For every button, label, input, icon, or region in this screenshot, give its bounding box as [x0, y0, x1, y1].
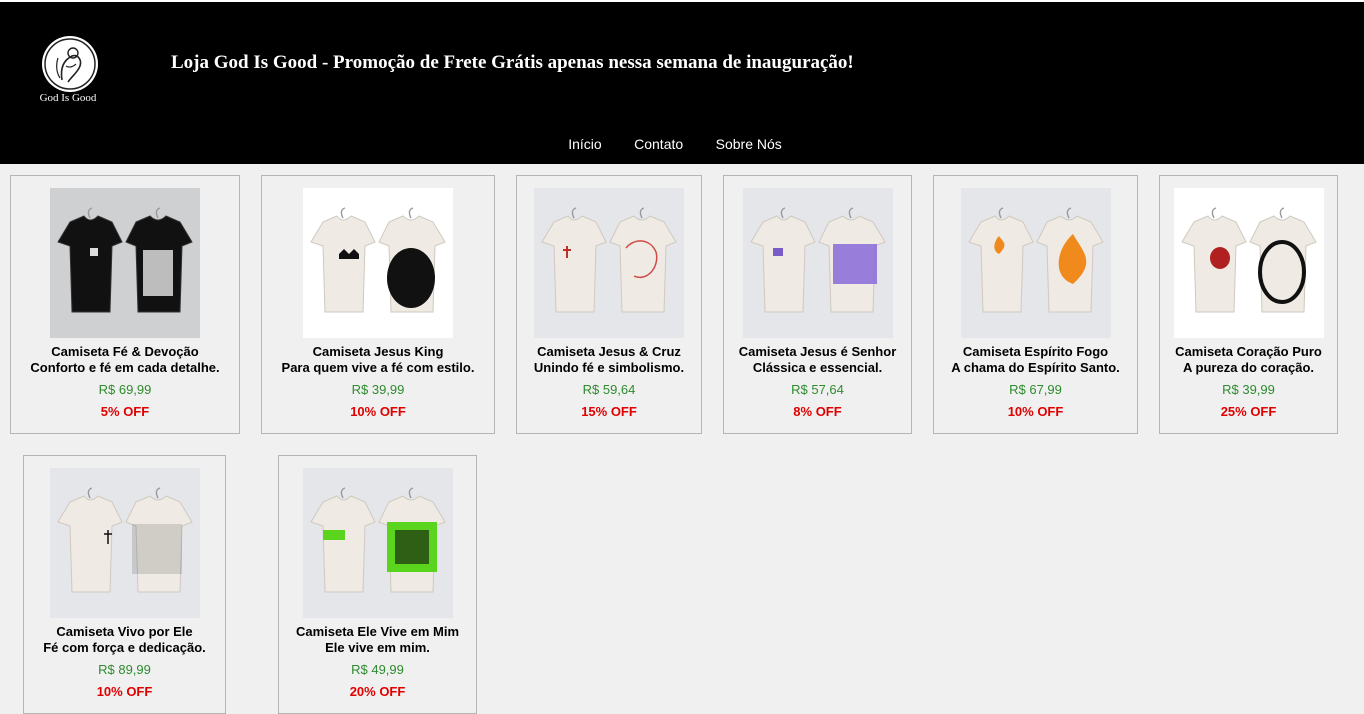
product-discount: 10% OFF: [96, 684, 153, 699]
product-discount: 10% OFF: [1007, 404, 1064, 419]
product-price: R$ 39,99: [351, 382, 405, 397]
product-image[interactable]: [960, 188, 1111, 338]
product-discount: 10% OFF: [350, 404, 406, 419]
logo-text: God Is Good: [39, 92, 97, 104]
product-description: Para quem vive a fé com estilo.: [281, 360, 475, 375]
product-description: Fé com força e dedicação.: [43, 640, 206, 655]
product-image[interactable]: [742, 188, 893, 338]
site-header: God Is Good Loja God Is Good - Promoção …: [0, 2, 1364, 164]
product-discount: 8% OFF: [793, 404, 842, 419]
product-name: Camiseta Jesus King: [312, 344, 444, 359]
product-name: Camiseta Ele Vive em Mim: [295, 624, 460, 639]
product-price: R$ 67,99: [1009, 382, 1062, 397]
product-description: Clássica e essencial.: [752, 360, 883, 375]
product-price: R$ 69,99: [98, 382, 152, 397]
product-card[interactable]: Camiseta Jesus & Cruz Unindo fé e simbol…: [516, 175, 702, 434]
product-image[interactable]: [50, 188, 200, 338]
product-card[interactable]: Camiseta Vivo por Ele Fé com força e ded…: [23, 455, 226, 714]
product-description: Conforto e fé em cada detalhe.: [30, 360, 220, 375]
product-name: Camiseta Coração Puro: [1175, 344, 1322, 359]
product-discount: 5% OFF: [100, 404, 150, 419]
logo[interactable]: God Is Good: [28, 34, 108, 108]
product-name: Camiseta Jesus & Cruz: [537, 344, 681, 359]
site-title: Loja God Is Good - Promoção de Frete Grá…: [171, 52, 854, 73]
product-description: A chama do Espírito Santo.: [951, 360, 1120, 375]
product-card[interactable]: Camiseta Espírito Fogo A chama do Espíri…: [933, 175, 1138, 434]
product-description: A pureza do coração.: [1183, 360, 1314, 375]
product-description: Ele vive em mim.: [325, 640, 430, 655]
product-description: Unindo fé e simbolismo.: [533, 360, 685, 375]
product-name: Camiseta Vivo por Ele: [56, 624, 193, 639]
product-card[interactable]: Camiseta Coração Puro A pureza do coraçã…: [1159, 175, 1338, 434]
product-price: R$ 57,64: [791, 382, 844, 397]
product-image[interactable]: [1173, 188, 1324, 338]
product-name: Camiseta Fé & Devoção: [51, 344, 199, 359]
product-card[interactable]: Camiseta Fé & Devoção Conforto e fé em c…: [10, 175, 240, 434]
product-name: Camiseta Jesus é Senhor: [738, 344, 897, 359]
product-card[interactable]: Camiseta Jesus King Para quem vive a fé …: [261, 175, 495, 434]
product-image[interactable]: [534, 188, 684, 338]
product-price: R$ 89,99: [98, 662, 151, 677]
product-price: R$ 39,99: [1222, 382, 1275, 397]
product-price: R$ 49,99: [351, 662, 404, 677]
nav-inicio[interactable]: Início: [568, 136, 601, 152]
product-discount: 20% OFF: [349, 684, 406, 699]
product-name: Camiseta Espírito Fogo: [962, 344, 1109, 359]
product-image[interactable]: [302, 468, 453, 618]
product-discount: 15% OFF: [581, 404, 637, 419]
product-image[interactable]: [49, 468, 200, 618]
nav-contato[interactable]: Contato: [634, 136, 683, 152]
product-discount: 25% OFF: [1220, 404, 1277, 419]
product-price: R$ 59,64: [582, 382, 636, 397]
main-nav: Início Contato Sobre Nós: [0, 136, 1364, 154]
product-card[interactable]: Camiseta Jesus é Senhor Clássica e essen…: [723, 175, 912, 434]
product-card[interactable]: Camiseta Ele Vive em Mim Ele vive em mim…: [278, 455, 477, 714]
logo-emblem-icon: [42, 36, 98, 92]
product-image[interactable]: [303, 188, 453, 338]
nav-sobre-nos[interactable]: Sobre Nós: [716, 136, 782, 152]
